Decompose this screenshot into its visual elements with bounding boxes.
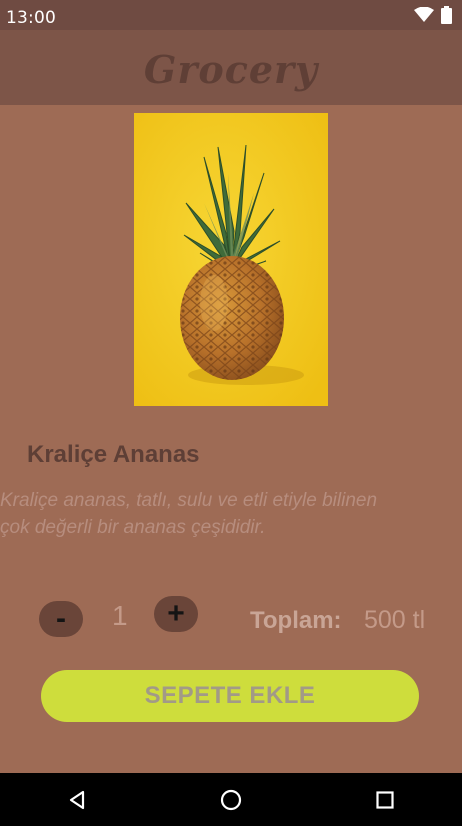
app-bar: Grocery: [0, 30, 462, 105]
back-button[interactable]: [47, 773, 107, 826]
recents-icon: [376, 790, 394, 809]
product-name: Kraliçe Ananas: [27, 441, 200, 468]
description-line-1: Kraliçe ananas, tatlı, sulu ve etli etiy…: [0, 490, 378, 511]
add-to-cart-button[interactable]: SEPETE EKLE: [41, 670, 419, 722]
quantity-value: 1: [112, 600, 128, 631]
recents-button[interactable]: [355, 773, 415, 826]
status-bar: 13:00: [0, 0, 462, 30]
increase-quantity-button[interactable]: +: [154, 596, 198, 632]
total-label: Toplam:: [250, 607, 342, 634]
app-title: Grocery: [143, 47, 319, 92]
home-button[interactable]: [201, 773, 261, 826]
home-icon: [220, 789, 242, 810]
wifi-icon: [414, 7, 434, 22]
status-time: 13:00: [6, 8, 56, 28]
back-icon: [69, 790, 85, 809]
battery-icon: [441, 6, 452, 24]
product-description: Kraliçe ananas, tatlı, sulu ve etli etiy…: [0, 487, 450, 541]
status-icons: [414, 6, 452, 24]
total-value: 500 tl: [364, 606, 426, 634]
pineapple-image: [134, 113, 328, 406]
navigation-bar: [0, 773, 462, 826]
decrease-quantity-button[interactable]: -: [39, 601, 83, 637]
description-line-2: çok değerli bir ananas çeşididir.: [0, 517, 266, 538]
